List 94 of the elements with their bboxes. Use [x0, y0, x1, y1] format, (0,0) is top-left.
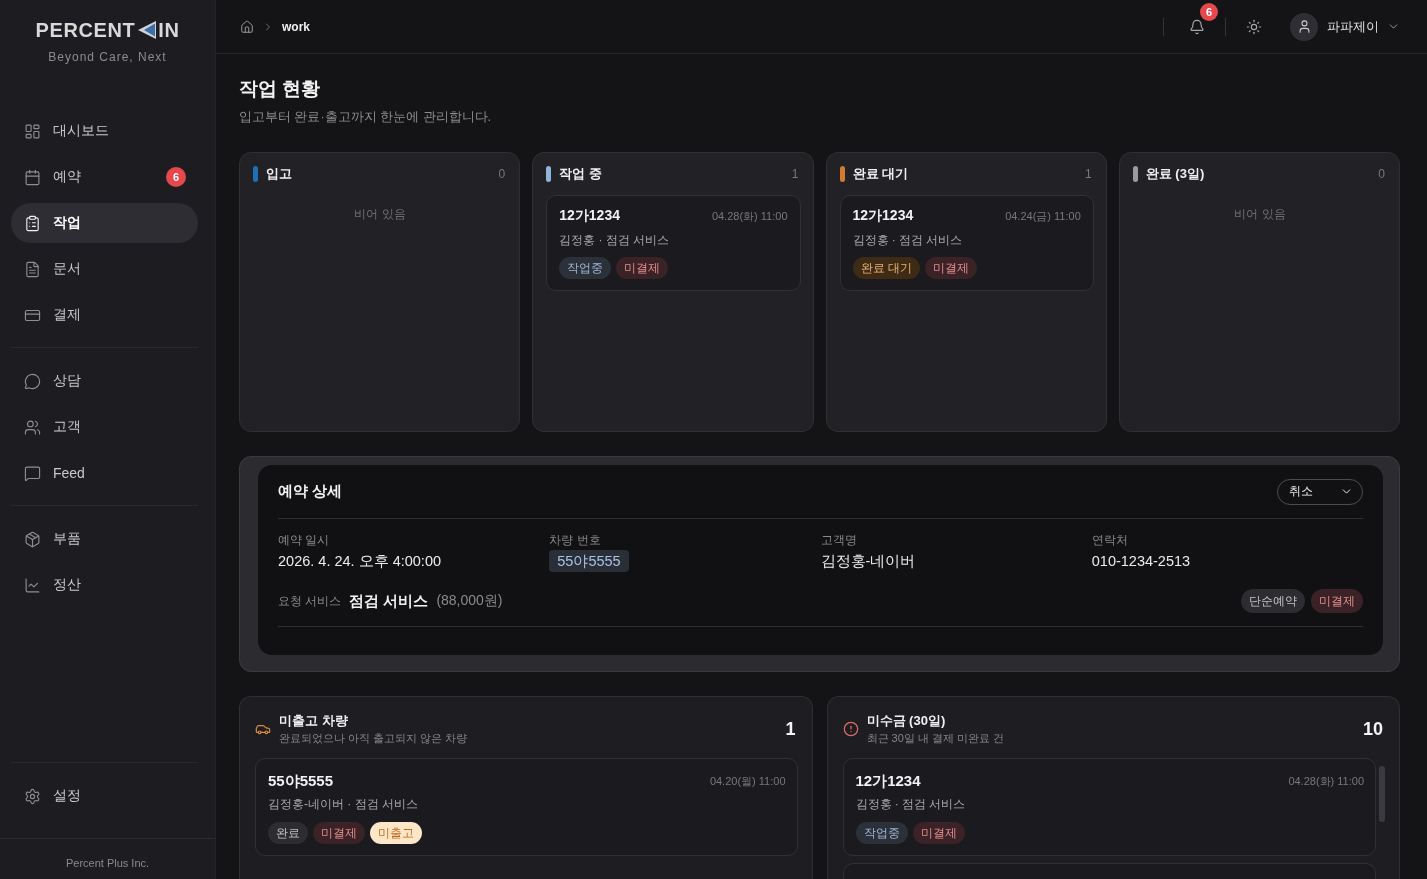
status-tag: 미결제	[924, 257, 977, 279]
sidebar-item[interactable]: 상담	[11, 361, 198, 401]
panel-title: 미출고 차량	[279, 712, 349, 729]
page-subtitle: 입고부터 완료·출고까지 한눈에 관리합니다.	[239, 109, 493, 125]
field-label: 요청 서비스	[278, 592, 342, 610]
sidebar-item[interactable]: 대시보드	[11, 111, 198, 151]
service-name: 점검 서비스	[349, 591, 429, 611]
column-count: 0	[498, 167, 506, 181]
column-title: 완료 대기	[852, 165, 909, 183]
sidebar-item[interactable]: 설정	[11, 776, 198, 816]
vehicle-card[interactable]: 55야5555 04.20(월) 11:00 김정홍-네이버 · 점검 서비스 완료 미결제 미출고	[255, 758, 798, 856]
column-count: 0	[1378, 167, 1385, 181]
count-badge: 6	[166, 167, 186, 187]
sidebar-item[interactable]: 결제	[11, 295, 198, 335]
plate-number: 12가1234	[852, 207, 914, 225]
section-title: 예약 상세	[278, 482, 343, 501]
plate-number: 12가1234	[559, 207, 620, 225]
status-tag: 단순예약	[1241, 589, 1305, 613]
chat-bubble-icon	[24, 372, 41, 390]
line-chart-icon	[24, 576, 41, 594]
appointment-time: 04.20(월) 11:00	[709, 773, 786, 789]
panel-count: 10	[1362, 718, 1383, 740]
sidebar-item[interactable]: 고객	[11, 407, 198, 447]
status-tag: 미출고	[370, 822, 422, 844]
scrollbar-thumb[interactable]	[1379, 766, 1385, 822]
sun-icon	[1246, 18, 1262, 35]
status-tag: 미결제	[616, 257, 669, 279]
bell-icon	[1189, 18, 1205, 35]
sidebar-item[interactable]: 문서	[11, 249, 198, 289]
home-link[interactable]	[240, 19, 254, 34]
document-icon	[24, 260, 41, 278]
column-count: 1	[791, 167, 799, 181]
status-tag: 완료	[268, 822, 308, 844]
appointment-time: 04.28(화) 11:00	[711, 208, 788, 224]
logo-mark-icon	[138, 21, 157, 39]
field-value: 010-1234-2513	[1091, 552, 1191, 571]
column-count: 1	[1085, 167, 1092, 181]
plate-number: 12가1234	[855, 771, 921, 791]
status-tag: 작업중	[559, 257, 612, 279]
empty-message: 비어 있음	[353, 206, 407, 223]
sidebar-item[interactable]: 작업	[11, 203, 198, 243]
job-summary: 김정홍-네이버 · 점검 서비스	[268, 796, 419, 812]
page-title: 작업 현황	[239, 77, 322, 101]
breadcrumb-current: work	[282, 19, 310, 34]
status-tag: 작업중	[855, 822, 908, 844]
logo-text: IN	[158, 18, 180, 42]
job-card[interactable]: 12가1234 04.28(화) 11:00 김정홍 · 점검 서비스 작업중 미결제	[546, 195, 801, 291]
box-icon	[24, 530, 41, 548]
logo-text: PERCENT	[35, 18, 136, 42]
job-summary: 김정홍 · 점검 서비스	[559, 232, 671, 248]
sidebar-item[interactable]: 정산	[11, 565, 198, 605]
column-title: 입고	[266, 165, 292, 183]
sidebar-item[interactable]: 예약 6	[11, 157, 198, 197]
avatar-icon	[1290, 12, 1318, 41]
service-price: (88,000원)	[436, 592, 503, 610]
status-tag: 완료 대기	[852, 257, 920, 279]
grid-icon	[24, 122, 41, 140]
panel-count: 1	[785, 718, 796, 740]
column-title: 완료 (3일)	[1145, 165, 1205, 183]
field-label: 연락처	[1091, 532, 1128, 548]
status-tag: 미결제	[313, 822, 365, 844]
alert-icon	[842, 721, 859, 737]
status-tag: 미결제	[1311, 589, 1363, 613]
panel-title: 미수금 (30일)	[866, 712, 947, 729]
home-icon	[240, 19, 254, 34]
job-summary: 김정홍 · 점검 서비스	[852, 232, 964, 248]
settings-icon	[24, 787, 41, 805]
field-label: 차량 번호	[549, 532, 601, 548]
people-icon	[24, 418, 41, 436]
sidebar-item[interactable]: 부품	[11, 519, 198, 559]
logo-tagline: Beyond Care, Next	[48, 49, 167, 65]
field-label: 고객명	[820, 532, 857, 548]
status-tag: 미결제	[912, 822, 965, 844]
speech-bubble-icon	[24, 464, 41, 482]
plate-number: 55야5555	[549, 550, 629, 572]
empty-message: 비어 있음	[1233, 206, 1287, 223]
company-name: Percent Plus Inc.	[65, 856, 150, 871]
field-label: 예약 일시	[278, 532, 330, 548]
clipboard-icon	[24, 214, 41, 232]
sidebar-item[interactable]: Feed	[11, 453, 198, 493]
field-value: 2026. 4. 24. 오후 4:00:00	[278, 552, 442, 571]
panel-subtitle: 완료되었으나 아직 출고되지 않은 차량	[279, 731, 468, 746]
notification-badge: 6	[1200, 2, 1218, 21]
appointment-time: 04.24(금) 11:00	[1005, 208, 1081, 224]
calendar-icon	[24, 168, 41, 186]
field-value: 김정홍-네이버	[820, 552, 916, 571]
column-title: 작업 중	[559, 165, 602, 183]
appointment-time: 04.28(화) 11:00	[1288, 773, 1364, 789]
user-menu-button[interactable]: 파파제이	[1290, 12, 1400, 41]
panel-subtitle: 최근 30일 내 결제 미완료 건	[866, 731, 1005, 746]
job-summary: 김정홍 · 점검 서비스	[855, 796, 967, 812]
vehicle-card[interactable]: 12가1234 04.28(화) 11:00 김정홍 · 점검 서비스 작업중 미결제	[842, 758, 1376, 856]
job-card[interactable]: 12가1234 04.24(금) 11:00 김정홍 · 점검 서비스 완료 대기 미결제	[839, 195, 1094, 291]
plate-number: 55야5555	[268, 771, 334, 791]
